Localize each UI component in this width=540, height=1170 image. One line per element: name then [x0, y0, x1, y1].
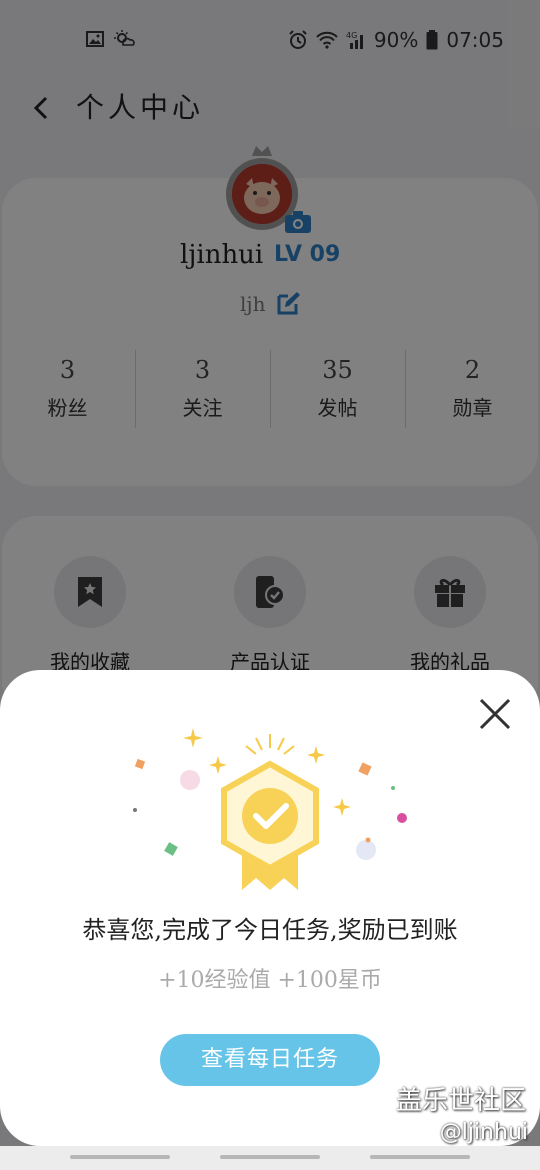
watermark-user: @ljinhui [439, 1120, 528, 1145]
nav-back[interactable] [370, 1155, 470, 1159]
dialog-message: 恭喜您,完成了今日任务,奖励已到账 [82, 916, 458, 944]
reward-text: +10经验值 +100星币 [158, 968, 382, 993]
achievement-badge-icon [133, 728, 407, 890]
nav-recents[interactable] [70, 1155, 170, 1159]
close-icon[interactable] [478, 697, 512, 731]
watermark-site: 盖乐世社区 [395, 1086, 526, 1116]
view-daily-tasks-button[interactable]: 查看每日任务 [160, 1034, 380, 1086]
nav-home[interactable] [220, 1155, 320, 1159]
system-nav-bar [0, 1146, 540, 1170]
